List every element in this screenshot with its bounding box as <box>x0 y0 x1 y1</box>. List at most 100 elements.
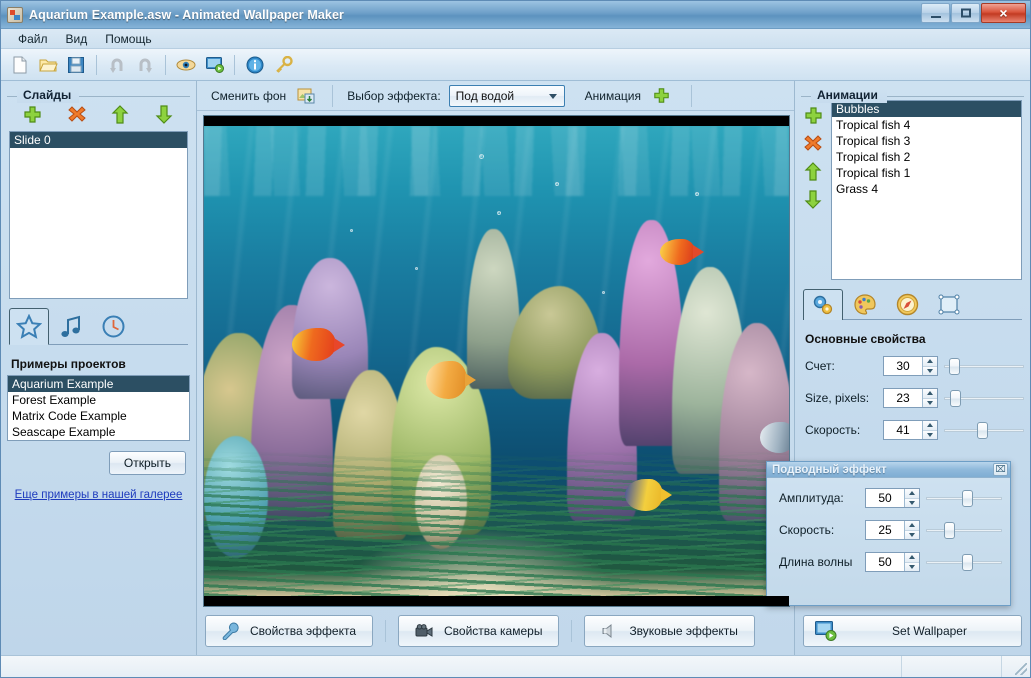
size-input[interactable] <box>884 389 922 407</box>
menu-help[interactable]: Помощь <box>96 30 160 48</box>
amplitude-slider[interactable] <box>926 489 1002 507</box>
count-stepper[interactable] <box>883 356 938 376</box>
wavelength-increment[interactable] <box>905 553 919 563</box>
move-slide-up-button[interactable] <box>108 103 132 125</box>
tab-color-properties[interactable] <box>845 289 885 319</box>
amplitude-input[interactable] <box>866 489 904 507</box>
tab-motion-properties[interactable] <box>887 289 927 319</box>
speed-decrement[interactable] <box>923 430 937 439</box>
speed-input[interactable] <box>884 421 922 439</box>
minimize-button[interactable] <box>921 3 950 23</box>
speed-increment[interactable] <box>923 421 937 431</box>
tab-examples[interactable] <box>9 308 49 345</box>
delete-slide-button[interactable] <box>65 103 89 125</box>
status-right <box>1002 656 1030 677</box>
status-left <box>1 656 902 677</box>
tab-bounds-properties[interactable] <box>929 289 969 319</box>
change-background-button[interactable] <box>294 85 318 107</box>
slides-group: Слайды <box>7 87 190 131</box>
tab-main-properties[interactable] <box>803 289 843 320</box>
change-background-label[interactable]: Сменить фон <box>211 89 286 103</box>
tab-music[interactable] <box>51 308 91 344</box>
size-slider[interactable] <box>944 389 1024 407</box>
camera-properties-button[interactable]: Свойства камеры <box>398 615 560 647</box>
dialog-speed-stepper[interactable] <box>865 520 920 540</box>
speed-slider[interactable] <box>944 421 1024 439</box>
wavelength-input[interactable] <box>866 553 904 571</box>
main-toolbar <box>1 49 1030 81</box>
toolbar-info[interactable] <box>242 52 268 78</box>
list-item[interactable]: Slide 0 <box>10 132 187 148</box>
amplitude-stepper[interactable] <box>865 488 920 508</box>
toolbar-register[interactable] <box>270 52 296 78</box>
count-decrement[interactable] <box>923 366 937 375</box>
toolbar-new[interactable] <box>7 52 33 78</box>
size-stepper[interactable] <box>883 388 938 408</box>
amplitude-increment[interactable] <box>905 489 919 499</box>
list-item[interactable]: Tropical fish 4 <box>832 117 1021 133</box>
aquarium-preview[interactable] <box>203 115 790 607</box>
size-increment[interactable] <box>923 389 937 399</box>
list-item[interactable]: Tropical fish 2 <box>832 149 1021 165</box>
delete-animation-button[interactable] <box>801 132 825 154</box>
gallery-link[interactable]: Еще примеры в нашей галерее <box>1 489 196 501</box>
list-item[interactable]: Seascape Example <box>8 424 189 440</box>
examples-list[interactable]: Aquarium Example Forest Example Matrix C… <box>7 375 190 441</box>
close-button[interactable]: × <box>981 3 1026 23</box>
add-animation-toolbar-button[interactable] <box>649 85 673 107</box>
list-item[interactable]: Tropical fish 3 <box>832 133 1021 149</box>
sound-effects-button[interactable]: Звуковые эффекты <box>584 615 755 647</box>
tab-schedule[interactable] <box>93 308 133 344</box>
speed-stepper[interactable] <box>883 420 938 440</box>
toolbar-save[interactable] <box>63 52 89 78</box>
dialog-speed-decrement[interactable] <box>905 530 919 539</box>
list-item[interactable]: Aquarium Example <box>8 376 189 392</box>
arrow-up-icon <box>111 104 129 124</box>
set-wallpaper-button[interactable]: Set Wallpaper <box>803 615 1022 647</box>
title-bar[interactable]: Aquarium Example.asw - Animated Wallpape… <box>1 1 1030 29</box>
menu-view[interactable]: Вид <box>57 30 97 48</box>
move-animation-up-button[interactable] <box>801 160 825 182</box>
property-row-speed: Скорость: <box>805 420 1024 440</box>
wavelength-decrement[interactable] <box>905 562 919 571</box>
count-slider[interactable] <box>944 357 1024 375</box>
dialog-title-bar[interactable]: Подводный эффект ⌧ <box>767 462 1010 478</box>
wavelength-slider[interactable] <box>926 553 1002 571</box>
effect-select[interactable]: Под водой <box>448 84 565 107</box>
toolbar-set-wallpaper[interactable] <box>201 52 227 78</box>
count-increment[interactable] <box>923 357 937 367</box>
add-slide-button[interactable] <box>21 103 45 125</box>
list-item[interactable]: Tropical fish 1 <box>832 165 1021 181</box>
move-animation-down-button[interactable] <box>801 188 825 210</box>
maximize-button[interactable] <box>951 3 980 23</box>
slides-group-label: Слайды <box>23 88 72 102</box>
dialog-speed-input[interactable] <box>866 521 904 539</box>
move-slide-down-button[interactable] <box>152 103 176 125</box>
amplitude-decrement[interactable] <box>905 498 919 507</box>
slides-list[interactable]: Slide 0 <box>9 131 188 299</box>
list-item[interactable]: Grass 4 <box>832 181 1021 197</box>
list-item[interactable]: Bubbles <box>832 101 1021 117</box>
arrow-down-icon <box>155 104 173 124</box>
add-animation-button[interactable] <box>801 104 825 126</box>
toolbar-undo[interactable] <box>104 52 130 78</box>
dialog-close-button[interactable]: ⌧ <box>993 463 1008 476</box>
effect-properties-button[interactable]: Свойства эффекта <box>205 615 373 647</box>
animations-list[interactable]: Bubbles Tropical fish 4 Tropical fish 3 … <box>831 100 1022 280</box>
open-button[interactable]: Открыть <box>108 451 186 475</box>
dialog-row-speed: Скорость: <box>779 520 1002 540</box>
list-item[interactable]: Matrix Code Example <box>8 408 189 424</box>
toolbar-separator-2 <box>165 54 166 75</box>
toolbar-redo[interactable] <box>132 52 158 78</box>
list-item[interactable]: Forest Example <box>8 392 189 408</box>
count-input[interactable] <box>884 357 922 375</box>
wavelength-stepper[interactable] <box>865 552 920 572</box>
dialog-speed-slider[interactable] <box>926 521 1002 539</box>
toolbar-open[interactable] <box>35 52 61 78</box>
toolbar-preview[interactable] <box>173 52 199 78</box>
dialog-speed-increment[interactable] <box>905 521 919 531</box>
menu-file[interactable]: Файл <box>9 30 57 48</box>
info-circle-icon <box>246 56 264 73</box>
size-decrement[interactable] <box>923 398 937 407</box>
underwater-effect-dialog[interactable]: Подводный эффект ⌧ Амплитуда: 50 Скорост… <box>766 461 1011 606</box>
